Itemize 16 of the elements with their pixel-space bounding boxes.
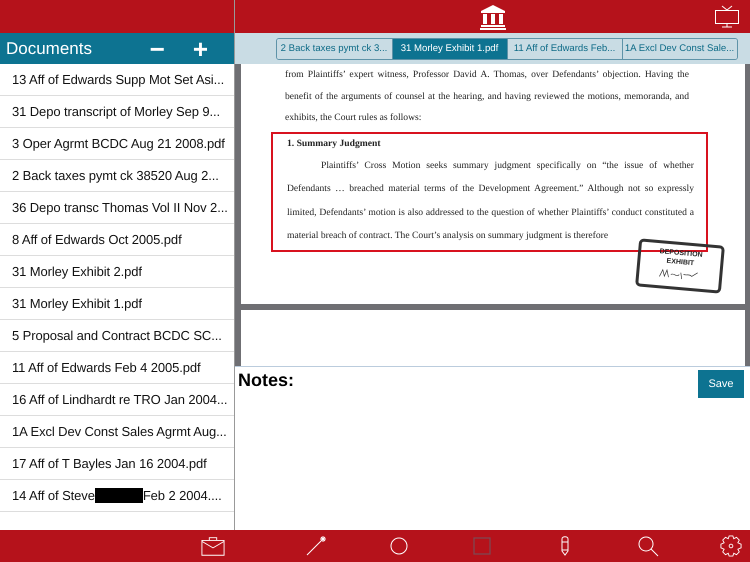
- notes-label: Notes:: [238, 370, 294, 391]
- documents-title: Documents: [6, 38, 93, 58]
- search-icon[interactable]: [636, 535, 660, 557]
- remove-button[interactable]: −: [140, 36, 175, 62]
- section-heading: 1. Summary Judgment: [287, 138, 382, 148]
- courthouse-icon[interactable]: [480, 4, 506, 30]
- tv-icon[interactable]: [714, 5, 740, 29]
- save-button[interactable]: Save: [698, 370, 744, 398]
- magic-wand-icon[interactable]: [304, 535, 328, 557]
- document-paragraph: from Plaintiffs’ expert witness, Professor David A. Thomas, over Defendants’ objection. Having the benefit of the arguments of counsel at the hearing, and having reviewed the motions, memoranda, and exhibits, the Court rules as follows:: [285, 68, 689, 125]
- settings-icon[interactable]: [719, 535, 743, 557]
- document-tab[interactable]: 31 Morley Exhibit 1.pdf: [392, 38, 506, 58]
- document-tab[interactable]: 1A Excl Dev Const Sale...: [622, 38, 736, 58]
- add-button[interactable]: +: [182, 36, 218, 62]
- briefcase-icon[interactable]: [201, 535, 225, 557]
- document-paragraph: Plaintiffs’ Cross Motion seeks summary judgment specifically on “the issue of whether Defendants … breached material terms of the Development Agreement.” Although not so expressly limited, Defendants’ motion is also addressed to the question of whether Plaintiffs’ conduct constituted a material breach of contract. The Court’s analysis on summary judgment is therefore: [287, 158, 694, 243]
